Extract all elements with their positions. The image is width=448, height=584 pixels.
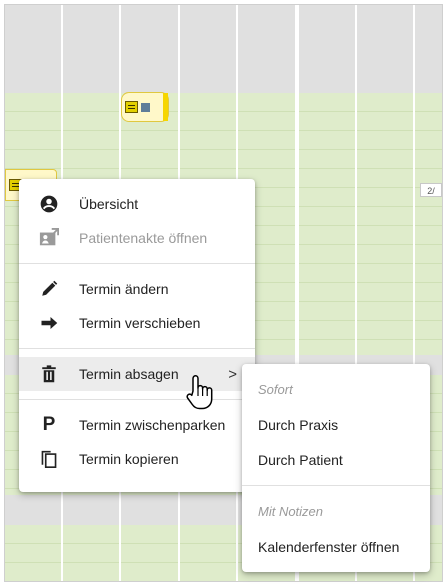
trash-icon <box>38 365 60 383</box>
menu-separator <box>19 348 255 349</box>
note-icon <box>125 101 138 113</box>
menu-separator <box>19 399 255 400</box>
submenu-item-immediately: Sofort <box>258 382 293 397</box>
menu-item-copy-appointment[interactable]: Termin kopieren <box>19 442 255 476</box>
appointment-chip[interactable] <box>121 92 169 122</box>
menu-item-label: Termin zwischenparken <box>79 417 226 433</box>
calendar-offhours-band <box>5 5 442 93</box>
menu-item-label: Termin absagen <box>79 366 179 382</box>
menu-item-label: Termin ändern <box>79 281 169 297</box>
cancel-submenu: Sofort Durch Praxis Durch Patient Mit No… <box>242 364 430 572</box>
submenu-item-open-calendar-window[interactable]: Kalenderfenster öffnen <box>242 529 430 564</box>
menu-separator <box>242 485 430 486</box>
menu-separator <box>19 263 255 264</box>
appointment-chip-edge[interactable]: 2/ <box>420 183 442 197</box>
menu-item-park-appointment[interactable]: P Termin zwischenparken <box>19 408 255 442</box>
menu-item-cancel-appointment[interactable]: Termin absagen > <box>19 357 255 391</box>
menu-item-move-appointment[interactable]: Termin verschieben <box>19 306 255 340</box>
menu-item-label: Übersicht <box>79 196 139 212</box>
menu-item-label: Termin verschieben <box>79 315 201 331</box>
menu-item-open-record[interactable]: Patientenakte öffnen <box>19 221 255 255</box>
arrow-right-icon <box>38 315 60 331</box>
menu-item-label: Termin kopieren <box>79 451 179 467</box>
copy-icon <box>38 449 60 469</box>
status-square-icon <box>141 102 150 112</box>
submenu-item-with-notes: Mit Notizen <box>258 504 324 519</box>
menu-item-edit-appointment[interactable]: Termin ändern <box>19 272 255 306</box>
pencil-icon <box>38 280 60 298</box>
submenu-item-by-practice[interactable]: Durch Praxis <box>242 407 430 442</box>
menu-item-overview[interactable]: Übersicht <box>19 187 255 221</box>
parking-p-icon: P <box>42 414 56 435</box>
submenu-item-by-patient[interactable]: Durch Patient <box>242 442 430 477</box>
chevron-right-icon: > <box>228 365 237 383</box>
context-menu: Übersicht Patientenakte öffnen Termin än… <box>19 179 255 492</box>
open-in-new-window-icon <box>38 228 60 248</box>
menu-item-label: Patientenakte öffnen <box>79 230 208 246</box>
appointment-stripe <box>163 93 168 121</box>
account-circle-icon <box>38 194 60 214</box>
hand-cursor-icon <box>183 373 217 416</box>
